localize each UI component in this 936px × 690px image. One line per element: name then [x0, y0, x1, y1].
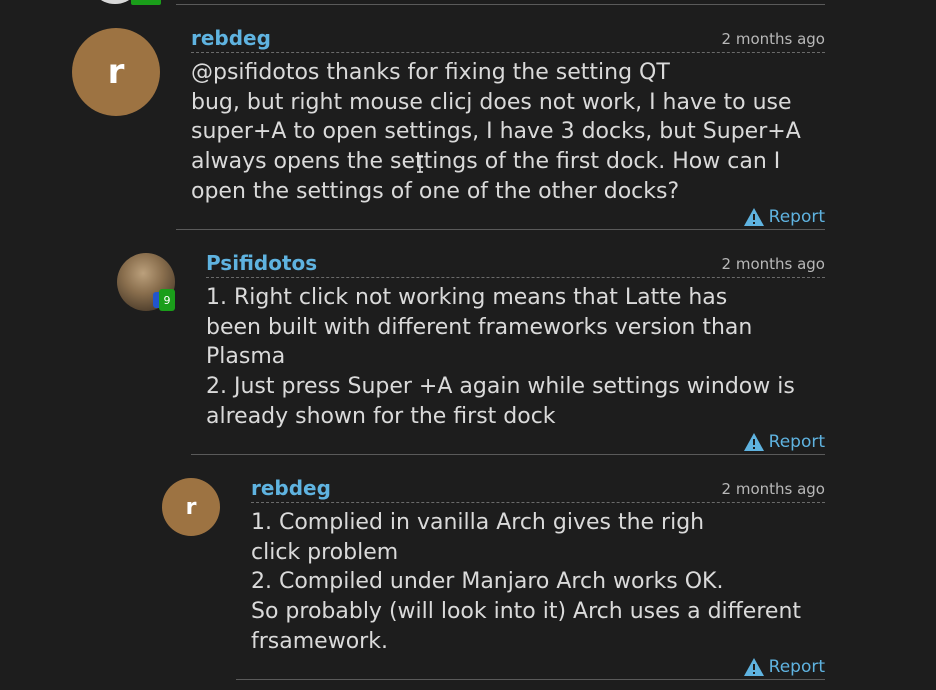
comment-line: 2. Compiled under Manjaro Arch works OK.: [251, 569, 724, 595]
avatar[interactable]: r: [162, 478, 220, 536]
comment-line: So probably (will look into it) Arch use…: [251, 599, 802, 625]
report-label: Report: [768, 657, 825, 677]
comment-body: 1. Complied in vanilla Arch gives the ri…: [251, 508, 831, 657]
report-link[interactable]: Report: [743, 657, 825, 677]
avatar-letter: r: [185, 494, 197, 520]
comment-header: rebdeg 2 months ago: [251, 476, 825, 503]
warning-triangle-icon: [743, 658, 764, 676]
comment-line: 1. Complied in vanilla Arch gives the ri…: [251, 510, 705, 535]
timestamp: 2 months ago: [721, 480, 825, 498]
author-link[interactable]: rebdeg: [251, 476, 331, 500]
comment: r rebdeg 2 months ago 1. Complied in van…: [0, 0, 936, 690]
comment-divider: [236, 679, 825, 680]
comment-line: frsamework.: [251, 628, 388, 654]
comment-line: click problem: [251, 539, 399, 565]
